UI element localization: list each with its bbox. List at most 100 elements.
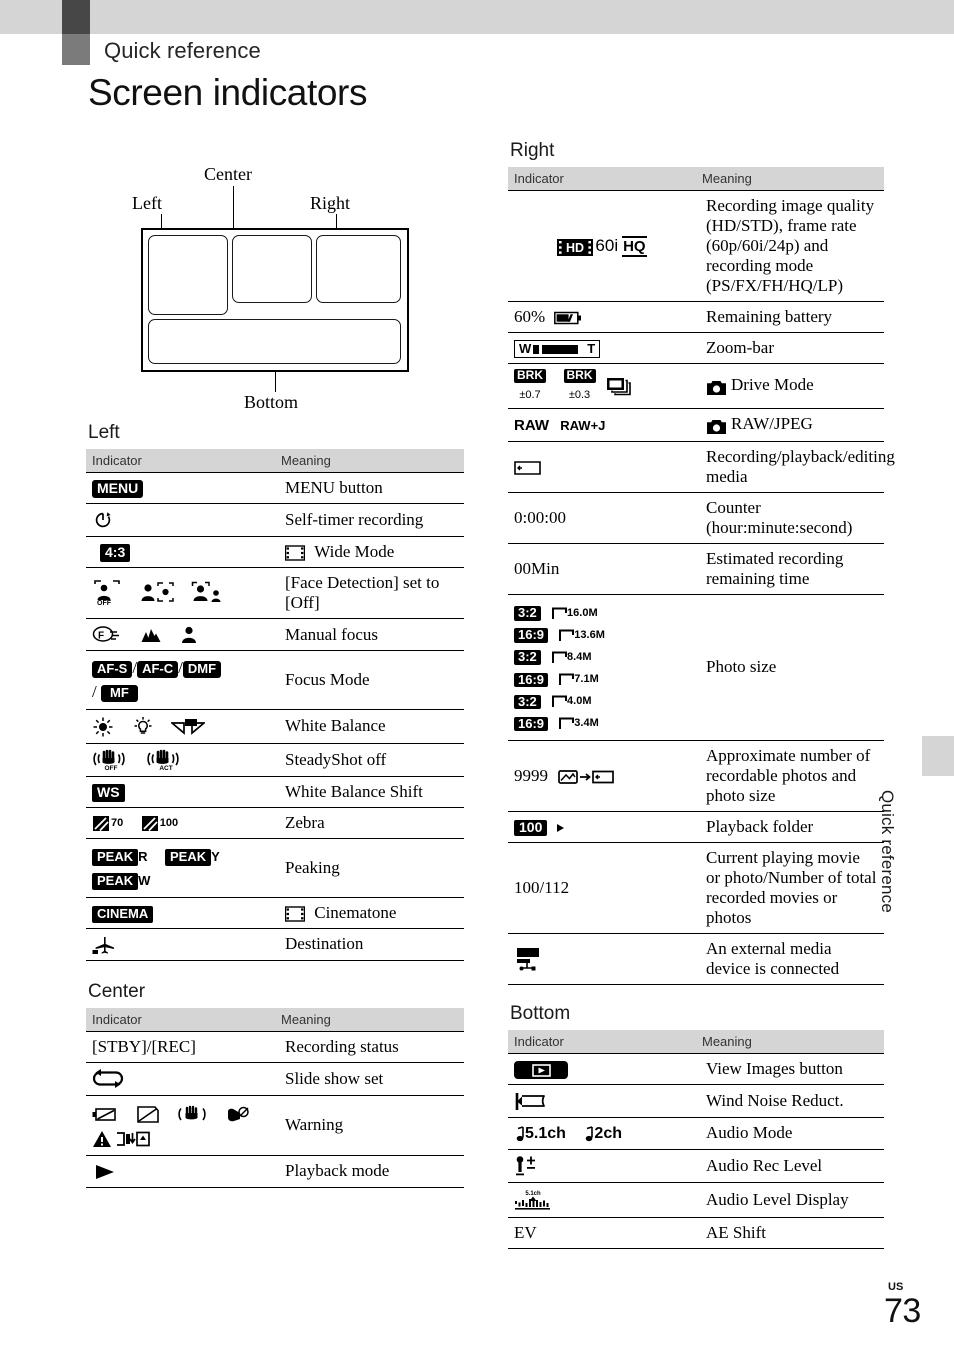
- table-row: 3:2 16.0M 16:9 13.6M 3:2 8.4M 16:9 7.1M …: [508, 594, 884, 741]
- header-gray-block: [62, 34, 90, 65]
- raw-label: RAW: [514, 417, 549, 435]
- indicator-cell: [508, 1053, 696, 1085]
- table-row: Slide show set: [86, 1062, 464, 1096]
- indicator-cell: [508, 933, 696, 986]
- film-frame-icon: [285, 545, 305, 561]
- screen-layout-diagram: Center Left Right Bottom: [86, 150, 464, 422]
- indicator-cell: 5.1ch: [508, 1181, 696, 1218]
- burst-drive-icon: [606, 378, 631, 396]
- indicator-cell: OFF ACT: [86, 742, 275, 777]
- steadyshot-off-icon: OFF: [93, 749, 125, 771]
- diagram-label-bottom: Bottom: [244, 392, 299, 412]
- audio-mode-51ch-icon: 5.1ch: [514, 1123, 570, 1142]
- meaning-text: Wide Mode: [314, 542, 395, 562]
- right-column: Right Indicator Meaning HD 60i HQ Record…: [508, 140, 895, 1249]
- indicator-cell: 100/112: [508, 841, 696, 934]
- photo-size-icon: 13.6M: [559, 629, 605, 642]
- photo-size-row: 3:2 4.0M: [514, 691, 690, 711]
- zoom-bar-icon: W T: [514, 340, 601, 358]
- folder-arrow-icon: [556, 823, 564, 832]
- aspect-badge: 3:2: [514, 694, 541, 710]
- photo-camera-icon: [706, 416, 727, 436]
- table-row: F Manual focus: [86, 618, 464, 651]
- wind-noise-reduction-icon: [515, 1092, 545, 1110]
- white-balance-shift-icon: WS: [92, 783, 125, 802]
- diagram-leader-bottom: [275, 372, 276, 392]
- meaning-cell: Approximate number of recordable photos …: [696, 739, 884, 812]
- meaning-cell: Counter (hour:minute:second): [696, 492, 884, 544]
- portrait-focus-icon: [182, 627, 196, 644]
- table-row: OFF ACT SteadyShot off: [86, 742, 464, 777]
- meaning-text: RAW/JPEG: [731, 414, 813, 434]
- raw-jpeg-label: RAW+J: [560, 418, 606, 434]
- table-row: 5.1ch Audio Level Display: [508, 1181, 884, 1218]
- table-right-indicators: Indicator Meaning HD 60i HQ Recording im…: [508, 167, 895, 986]
- warning-triangle-icon: [93, 1130, 111, 1147]
- aspect-badge: 3:2: [514, 606, 541, 622]
- diagram-label-right: Right: [310, 193, 351, 213]
- self-timer-icon: [95, 512, 111, 528]
- slide-show-loop-icon: [92, 1069, 124, 1089]
- external-media-usb-icon: [517, 948, 539, 971]
- aspect-badge: 16:9: [514, 628, 549, 644]
- photo-size-row: 3:2 8.4M: [514, 646, 690, 666]
- media-warning-icon: [136, 1105, 159, 1123]
- aspect-badge: 16:9: [514, 716, 549, 732]
- section-heading-center: Center: [88, 980, 146, 1002]
- table-row: W T Zoom-bar: [508, 332, 884, 364]
- page-number: 73: [884, 1292, 921, 1330]
- table-row: View Images button: [508, 1053, 884, 1085]
- film-frame-icon: [285, 906, 305, 922]
- meaning-cell: Wide Mode: [275, 536, 464, 568]
- indicator-cell: 5.1ch 2ch: [508, 1116, 696, 1150]
- focus-mode-mf-icon: MF: [100, 685, 138, 703]
- left-column: Center Left Right Bottom Left Indicator …: [86, 150, 464, 1188]
- playback-mode-play-icon: [96, 1164, 114, 1179]
- view-images-button-icon: [514, 1061, 568, 1080]
- diagram-leader-center: [233, 186, 234, 230]
- col-header-indicator: Indicator: [86, 1007, 275, 1032]
- meaning-cell: Focus Mode: [275, 650, 464, 710]
- table-row: 70 100 Zebra: [86, 806, 464, 839]
- meaning-cell: Drive Mode: [696, 363, 884, 409]
- indicator-cell: PEAK R PEAK Y PEAK W: [86, 837, 275, 898]
- photo-camera-icon: [706, 377, 727, 397]
- meaning-cell: Estimated recording remaining time: [696, 543, 884, 595]
- indicator-cell: OFF: [86, 567, 275, 619]
- table-row: BRK ±0.7 BRK ±0.3 Drive Mode: [508, 363, 884, 409]
- col-header-indicator: Indicator: [508, 167, 696, 191]
- meaning-cell: AE Shift: [696, 1216, 884, 1249]
- indicator-cell: [86, 709, 275, 744]
- peaking-red-icon: PEAK: [92, 848, 139, 866]
- indicator-cell: BRK ±0.7 BRK ±0.3: [508, 363, 696, 409]
- indicator-cell: [86, 1062, 275, 1096]
- meaning-cell: Photo size: [696, 594, 884, 741]
- svg-text:OFF: OFF: [105, 765, 118, 771]
- indicator-cell: 00Min: [508, 543, 696, 595]
- breadcrumb-kicker: Quick reference: [104, 38, 261, 63]
- svg-text:5.1ch: 5.1ch: [525, 1191, 541, 1197]
- table-row: EV AE Shift: [508, 1216, 884, 1249]
- media-card-icon: [514, 461, 541, 475]
- photo-size-icon: 16.0M: [552, 607, 598, 620]
- meaning-cell: [Face Detection] set to [Off]: [275, 567, 464, 619]
- photo-size-icon: 8.4M: [552, 651, 592, 664]
- diagram-label-center: Center: [204, 164, 252, 184]
- aspect-ratio-4-3-icon: 4:3: [100, 544, 131, 563]
- battery-icon: [554, 312, 582, 325]
- meaning-cell: An external media device is connected: [696, 933, 884, 986]
- indicator-cell: 4:3: [86, 536, 275, 568]
- meaning-text: Drive Mode: [731, 375, 814, 395]
- media-full-warning-icon: [117, 1131, 151, 1147]
- cinematone-icon: CINEMA: [92, 905, 154, 923]
- table-bottom-indicators: Indicator Meaning View Images button Win…: [508, 1030, 884, 1249]
- table-row: OFF [Face Detection] set to [Off]: [86, 567, 464, 619]
- audio-level-display-icon: 5.1ch: [515, 1191, 550, 1210]
- table-left-indicators: Indicator Meaning MENU MENU button Self-…: [86, 449, 464, 961]
- face-detection-adult-icon: [141, 582, 174, 602]
- face-detection-child-icon: [191, 581, 221, 603]
- col-header-meaning: Meaning: [275, 1007, 464, 1032]
- indicator-cell: CINEMA: [86, 896, 275, 929]
- svg-text:ACT: ACT: [159, 765, 172, 771]
- meaning-cell: Zebra: [275, 806, 464, 839]
